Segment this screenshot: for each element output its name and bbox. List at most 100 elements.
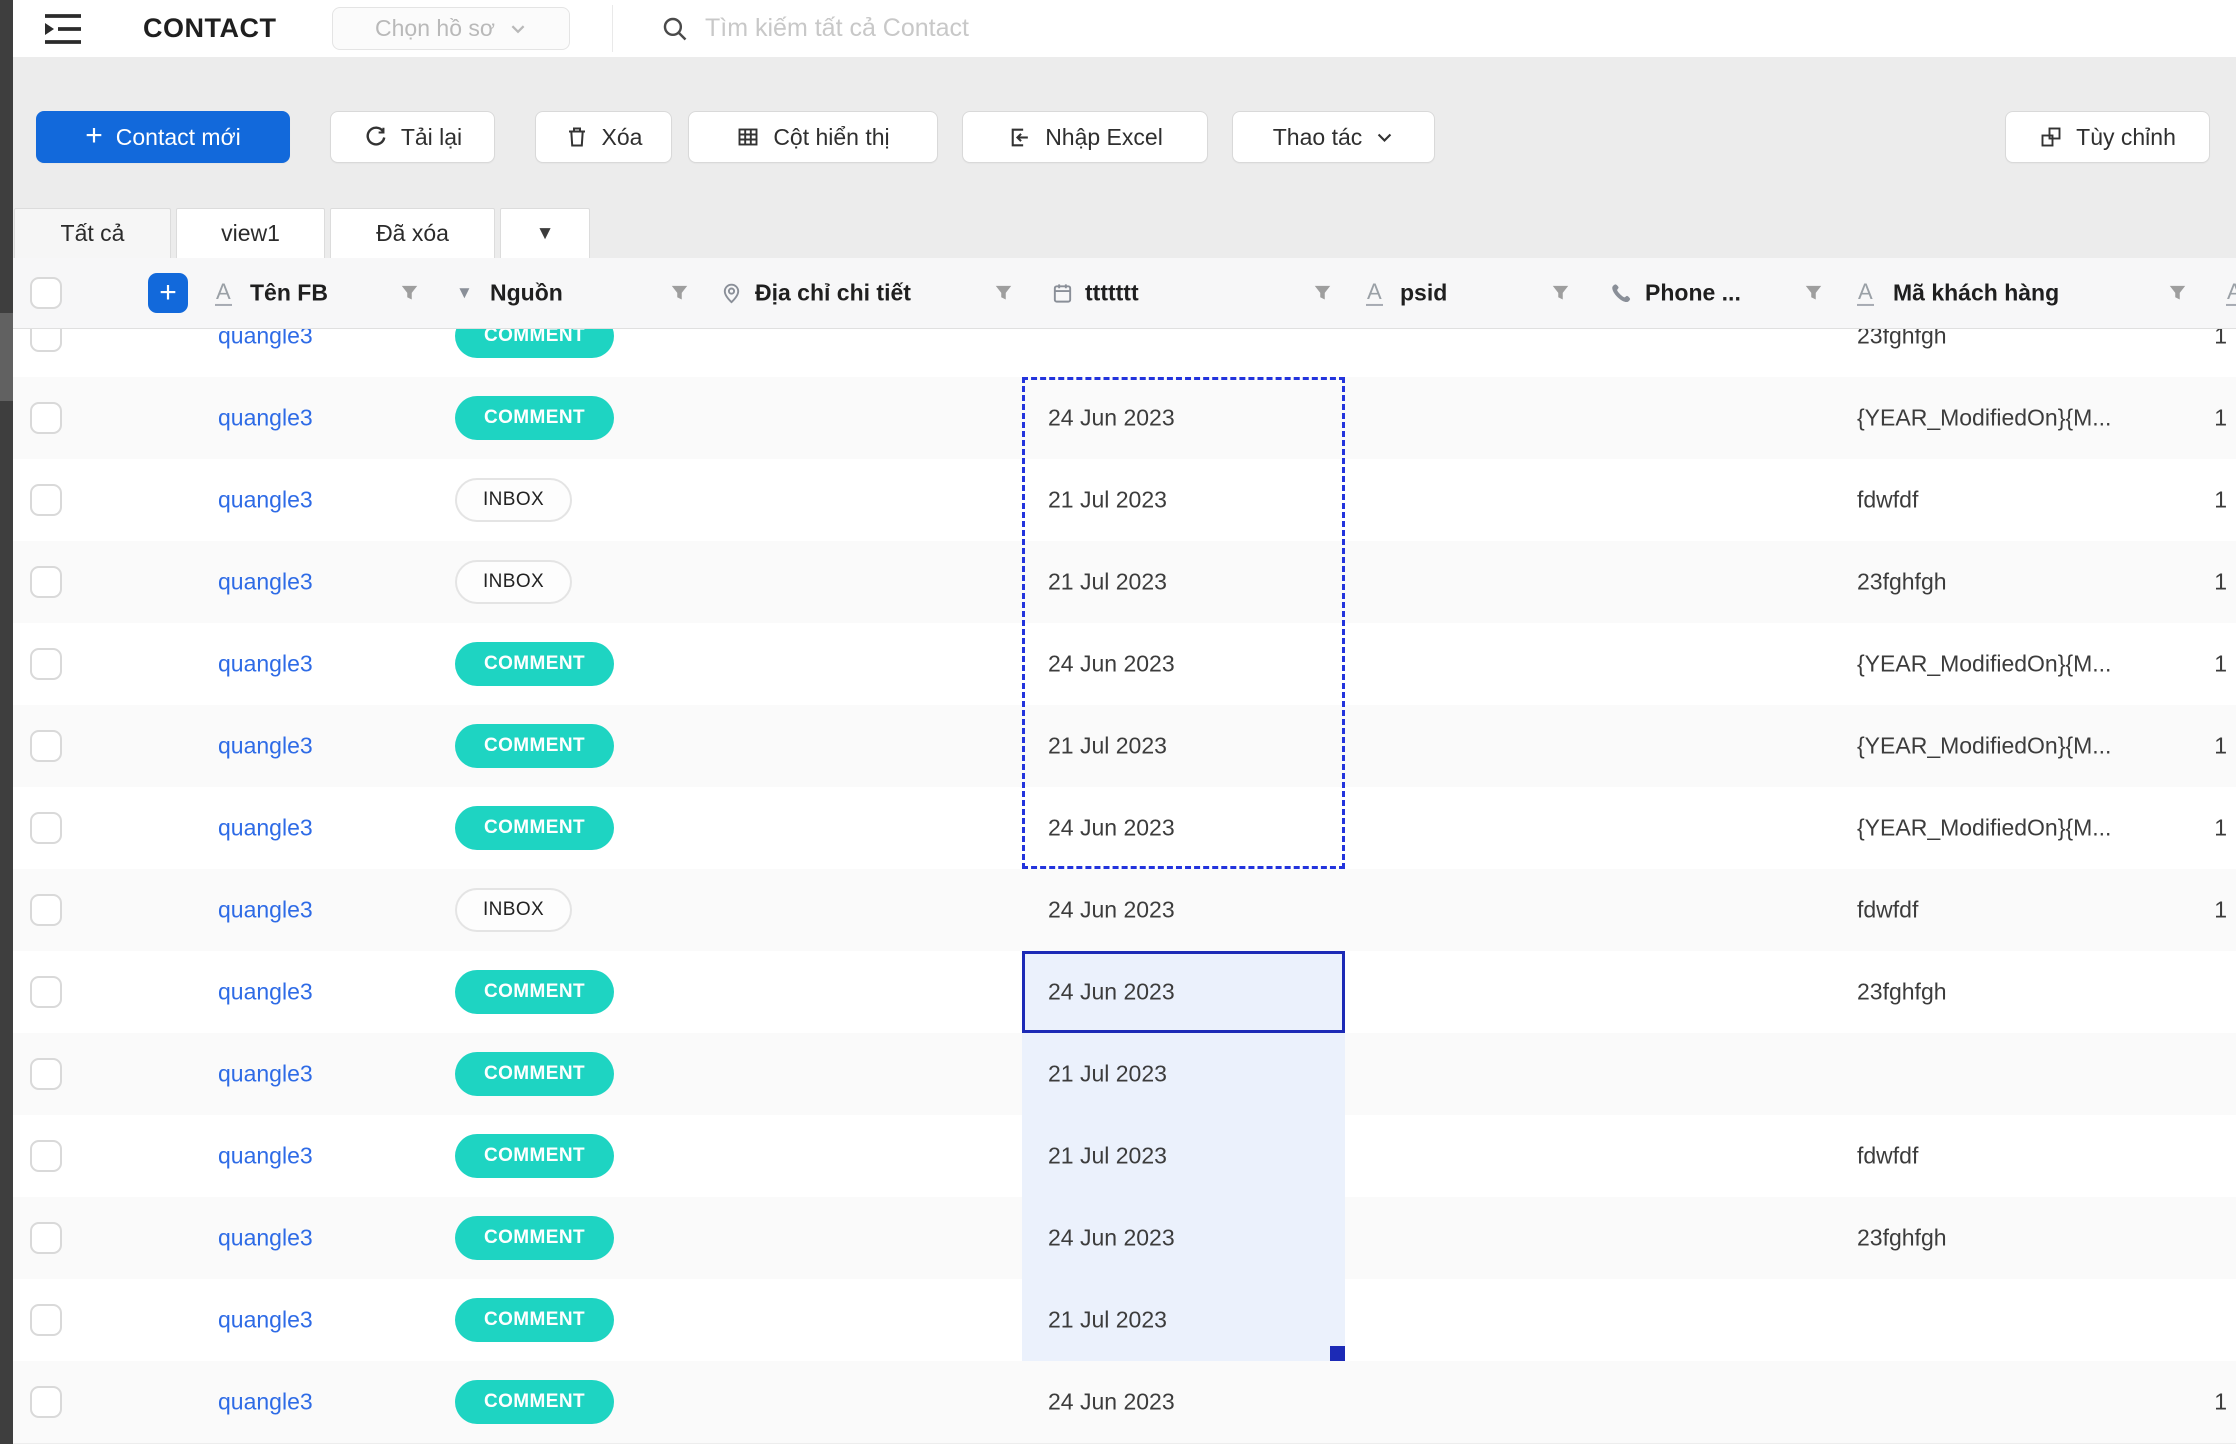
last-column-value[interactable]: 1 (2214, 1389, 2227, 1416)
last-column-value[interactable]: 1 (2214, 733, 2227, 760)
date-cell[interactable]: 21 Jul 2023 (1022, 1115, 1345, 1197)
column-header-psid[interactable]: psid (1400, 280, 1447, 307)
tab-all[interactable]: Tất cả (14, 208, 171, 258)
source-badge[interactable]: COMMENT (455, 1216, 614, 1260)
source-badge[interactable]: INBOX (455, 560, 573, 604)
tab-deleted[interactable]: Đã xóa (330, 208, 495, 258)
contact-name-link[interactable]: quangle3 (218, 487, 313, 514)
source-badge[interactable]: COMMENT (455, 970, 614, 1014)
row-checkbox[interactable] (30, 648, 62, 680)
last-column-value[interactable]: 1 (2214, 897, 2227, 924)
filter-icon[interactable] (2168, 284, 2187, 303)
actions-button[interactable]: Thao tác (1232, 111, 1435, 163)
row-checkbox[interactable] (30, 566, 62, 598)
contact-name-link[interactable]: quangle3 (218, 405, 313, 432)
tab-more-dropdown[interactable]: ▼ (500, 208, 590, 258)
row-checkbox[interactable] (30, 1304, 62, 1336)
source-badge[interactable]: COMMENT (455, 642, 614, 686)
date-cell[interactable]: 21 Jul 2023 (1022, 1279, 1345, 1361)
last-column-value[interactable]: 1 (2214, 651, 2227, 678)
source-badge[interactable]: INBOX (455, 888, 573, 932)
date-cell[interactable]: 21 Jul 2023 (1022, 1033, 1345, 1115)
row-checkbox[interactable] (30, 1058, 62, 1090)
column-header-nguon[interactable]: Nguồn (490, 280, 563, 307)
contact-name-link[interactable]: quangle3 (218, 979, 313, 1006)
delete-button[interactable]: Xóa (535, 111, 672, 163)
date-cell[interactable]: 24 Jun 2023 (1022, 869, 1345, 951)
filter-icon[interactable] (1804, 284, 1823, 303)
row-checkbox[interactable] (30, 328, 62, 352)
column-header-phone[interactable]: Phone ... (1645, 280, 1741, 307)
last-column-value[interactable]: 1 (2214, 405, 2227, 432)
customer-code-value[interactable]: 23fghfgh (1857, 569, 1947, 596)
filter-icon[interactable] (1313, 284, 1332, 303)
source-badge[interactable]: COMMENT (455, 1298, 614, 1342)
profile-select-button[interactable]: Chọn hồ sơ (332, 7, 570, 50)
fill-handle[interactable] (1330, 1346, 1345, 1361)
filter-icon[interactable] (670, 284, 689, 303)
customer-code-value[interactable]: fdwfdf (1857, 897, 1918, 924)
last-column-value[interactable]: 1 (2214, 487, 2227, 514)
date-cell[interactable]: 24 Jun 2023 (1022, 377, 1345, 459)
contact-name-link[interactable]: quangle3 (218, 815, 313, 842)
customer-code-value[interactable]: 23fghfgh (1857, 1225, 1947, 1252)
filter-icon[interactable] (994, 284, 1013, 303)
source-badge[interactable]: COMMENT (455, 1052, 614, 1096)
row-checkbox[interactable] (30, 812, 62, 844)
date-cell[interactable]: 24 Jun 2023 (1022, 787, 1345, 869)
contact-name-link[interactable]: quangle3 (218, 1389, 313, 1416)
row-checkbox[interactable] (30, 1140, 62, 1172)
contact-name-link[interactable]: quangle3 (218, 651, 313, 678)
source-badge[interactable]: COMMENT (455, 806, 614, 850)
new-contact-button[interactable]: + Contact mới (36, 111, 290, 163)
row-checkbox[interactable] (30, 402, 62, 434)
date-cell[interactable]: 24 Jun 2023 (1022, 623, 1345, 705)
search-input[interactable] (703, 13, 1267, 44)
last-column-value[interactable]: 1 (2214, 815, 2227, 842)
row-checkbox[interactable] (30, 730, 62, 762)
contact-name-link[interactable]: quangle3 (218, 733, 313, 760)
import-excel-button[interactable]: Nhập Excel (962, 111, 1208, 163)
filter-icon[interactable] (400, 284, 419, 303)
date-cell[interactable]: 24 Jun 2023 (1022, 1361, 1345, 1443)
column-header-ttttttt[interactable]: ttttttt (1085, 280, 1139, 307)
row-checkbox[interactable] (30, 1386, 62, 1418)
row-checkbox[interactable] (30, 484, 62, 516)
column-header-ma-khach-hang[interactable]: Mã khách hàng (1893, 280, 2059, 307)
customer-code-value[interactable]: {YEAR_ModifiedOn}{M... (1857, 815, 2111, 842)
source-badge[interactable]: COMMENT (455, 1380, 614, 1424)
row-checkbox[interactable] (30, 1222, 62, 1254)
contact-name-link[interactable]: quangle3 (218, 569, 313, 596)
collapse-menu-icon[interactable] (43, 12, 83, 46)
date-cell[interactable]: 21 Jul 2023 (1022, 459, 1345, 541)
last-column-value[interactable]: 1 (2214, 328, 2227, 350)
date-cell[interactable]: 21 Jul 2023 (1022, 541, 1345, 623)
rail-scroll-thumb[interactable] (0, 313, 13, 401)
customer-code-value[interactable]: {YEAR_ModifiedOn}{M... (1857, 733, 2111, 760)
source-badge[interactable]: COMMENT (455, 396, 614, 440)
customer-code-value[interactable]: {YEAR_ModifiedOn}{M... (1857, 651, 2111, 678)
columns-button[interactable]: Cột hiển thị (688, 111, 938, 163)
row-checkbox[interactable] (30, 976, 62, 1008)
contact-name-link[interactable]: quangle3 (218, 1143, 313, 1170)
customer-code-value[interactable]: fdwfdf (1857, 1143, 1918, 1170)
last-column-value[interactable]: 1 (2214, 569, 2227, 596)
expand-row-button[interactable]: + (148, 273, 188, 313)
date-cell[interactable]: 21 Jul 2023 (1022, 705, 1345, 787)
contact-name-link[interactable]: quangle3 (218, 1225, 313, 1252)
reload-button[interactable]: Tải lại (330, 111, 495, 163)
column-header-ten-fb[interactable]: Tên FB (250, 280, 328, 307)
select-all-checkbox[interactable] (30, 277, 62, 309)
customer-code-value[interactable]: {YEAR_ModifiedOn}{M... (1857, 405, 2111, 432)
date-cell[interactable]: 24 Jun 2023 (1022, 951, 1345, 1033)
date-cell[interactable]: 24 Jun 2023 (1022, 1197, 1345, 1279)
source-badge[interactable]: COMMENT (455, 724, 614, 768)
row-checkbox[interactable] (30, 894, 62, 926)
tab-view1[interactable]: view1 (176, 208, 325, 258)
source-badge[interactable]: INBOX (455, 478, 573, 522)
filter-icon[interactable] (1551, 284, 1570, 303)
contact-name-link[interactable]: quangle3 (218, 1307, 313, 1334)
contact-name-link[interactable]: quangle3 (218, 328, 313, 350)
date-cell[interactable] (1022, 328, 1345, 377)
customize-button[interactable]: Tùy chỉnh (2005, 111, 2210, 163)
